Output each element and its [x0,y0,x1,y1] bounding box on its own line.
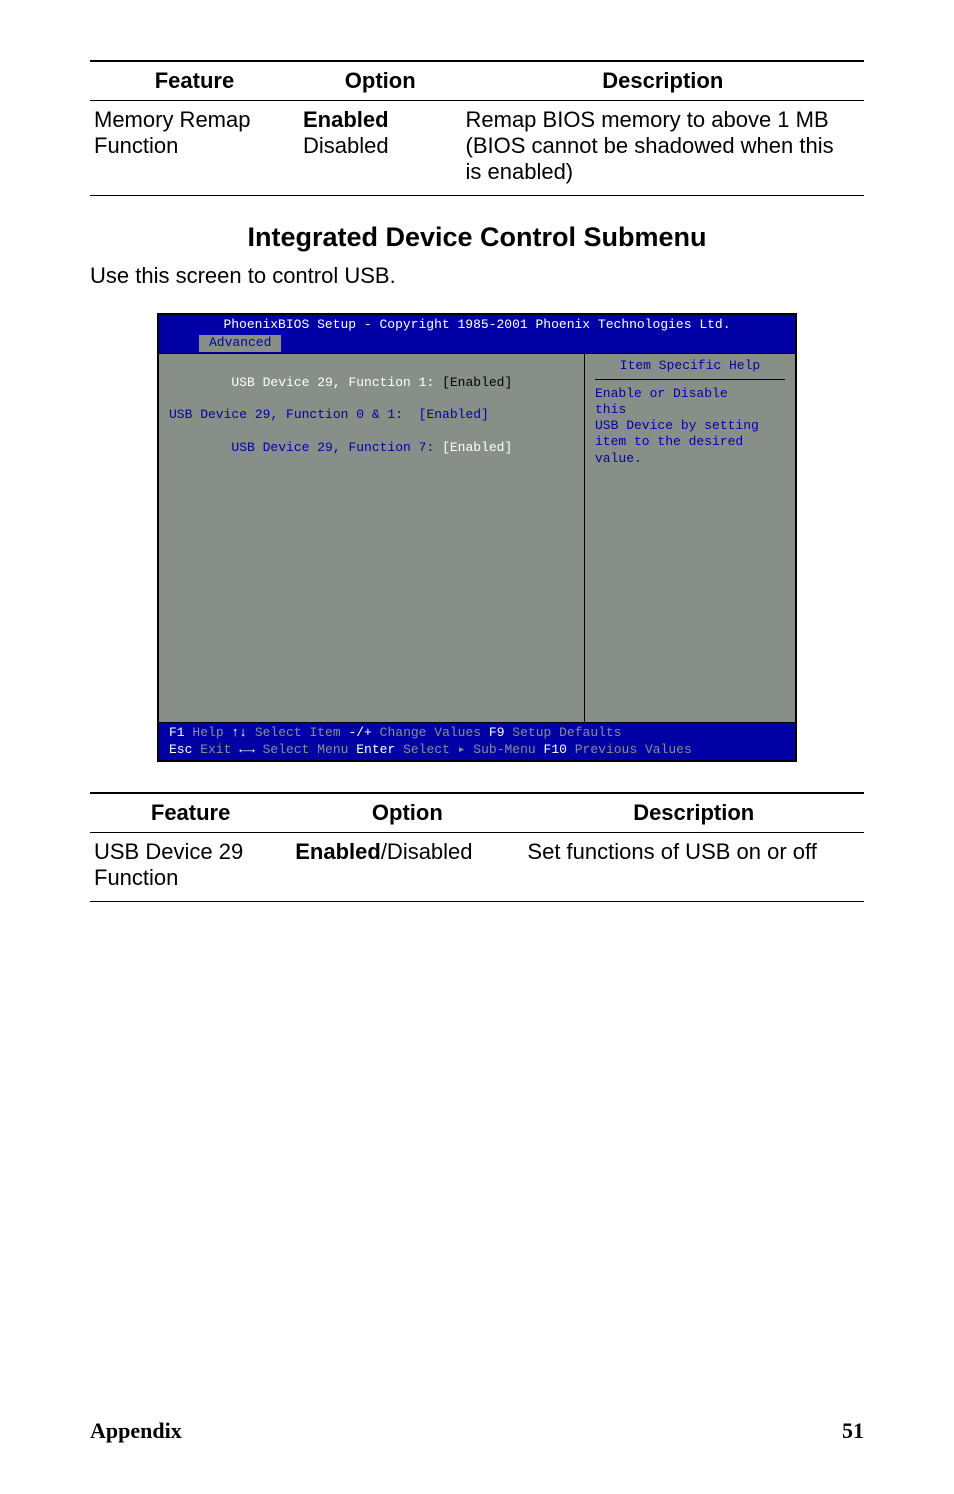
bios-help-title: Item Specific Help [595,358,785,379]
bios-item: USB Device 29, Function 0 & 1: [Enabled] [169,407,574,423]
bios-settings-pane: USB Device 29, Function 1: [Enabled] USB… [159,354,585,722]
text: USB Device by setting [595,418,785,434]
text: Function [94,865,178,890]
bios-help-pane: Item Specific Help Enable or Disable thi… [585,354,795,722]
section-title: Integrated Device Control Submenu [90,222,864,253]
key-enter: Enter [356,742,395,757]
text: Remap BIOS memory to above 1 MB [466,107,829,132]
bios-item-label: USB Device 29, Function 7: [231,440,442,455]
cell-option: Enabled/Disabled [291,832,523,901]
table-row: USB Device 29 Function Enabled/Disabled … [90,832,864,901]
col-header-option: Option [299,61,462,101]
page-footer: Appendix 51 [90,1418,864,1444]
bios-item-value: [Enabled] [442,440,512,455]
table-header-row: Feature Option Description [90,61,864,101]
bios-tab-advanced: Advanced [199,335,281,351]
key-label: Select ▸ Sub-Menu [395,742,535,757]
bios-help-text: Enable or Disable this USB Device by set… [595,386,785,467]
bios-item-value: [Enabled] [442,375,512,390]
option-alt: /Disabled [381,839,473,864]
text: this [595,402,785,418]
col-header-description: Description [462,61,865,101]
cell-feature: USB Device 29 Function [90,832,291,901]
option-default: Enabled [303,107,389,132]
option-alt: Disabled [303,133,389,158]
text: item to the desired [595,434,785,450]
col-header-feature: Feature [90,61,299,101]
key-label: Select Item [247,725,348,740]
key-f1: F1 [169,725,185,740]
key-label: Exit [192,742,239,757]
bios-tab-bar: Advanced [159,335,795,353]
bios-title-bar: PhoenixBIOS Setup - Copyright 1985-2001 … [159,315,795,335]
key-esc: Esc [169,742,192,757]
text: USB Device 29 [94,839,243,864]
col-header-feature: Feature [90,793,291,833]
option-default: Enabled [295,839,381,864]
key-plusminus: -/+ [348,725,371,740]
text: Function [94,133,178,158]
text: (BIOS cannot be shadowed when this [466,133,834,158]
key-label: Change Values [372,725,489,740]
key-f10: F10 [544,742,567,757]
cell-feature: Memory Remap Function [90,101,299,196]
text: is enabled) [466,159,574,184]
text: Enable or Disable [595,386,785,402]
text: Memory Remap [94,107,250,132]
table-row: Memory Remap Function Enabled Disabled R… [90,101,864,196]
bios-screenshot: PhoenixBIOS Setup - Copyright 1985-2001 … [157,313,797,762]
col-header-description: Description [523,793,864,833]
key-f9: F9 [489,725,505,740]
feature-table-2: Feature Option Description USB Device 29… [90,792,864,902]
footer-page-number: 51 [842,1418,864,1444]
key-label: Select Menu [255,742,356,757]
bios-body: USB Device 29, Function 1: [Enabled] USB… [159,353,795,723]
feature-table-1: Feature Option Description Memory Remap … [90,60,864,196]
key-arrows-horiz: ←→ [239,742,255,757]
section-caption: Use this screen to control USB. [90,263,864,289]
col-header-option: Option [291,793,523,833]
bios-item-label: USB Device 29, Function 1: [231,375,442,390]
key-label: Setup Defaults [505,725,622,740]
key-label: Previous Values [567,742,692,757]
bios-item: USB Device 29, Function 7: [Enabled] [169,423,574,472]
bios-footer-row-1: F1 Help ↑↓ Select Item -/+ Change Values… [169,725,785,741]
bios-footer: F1 Help ↑↓ Select Item -/+ Change Values… [159,723,795,760]
cell-option: Enabled Disabled [299,101,462,196]
bios-footer-row-2: Esc Exit ←→ Select Menu Enter Select ▸ S… [169,742,785,758]
key-label: Help [185,725,232,740]
cell-description: Set functions of USB on or off [523,832,864,901]
text: value. [595,451,785,467]
table-header-row: Feature Option Description [90,793,864,833]
cell-description: Remap BIOS memory to above 1 MB (BIOS ca… [462,101,865,196]
bios-item: USB Device 29, Function 1: [Enabled] [169,358,574,407]
key-arrows-vert: ↑↓ [231,725,247,740]
footer-appendix: Appendix [90,1418,182,1444]
